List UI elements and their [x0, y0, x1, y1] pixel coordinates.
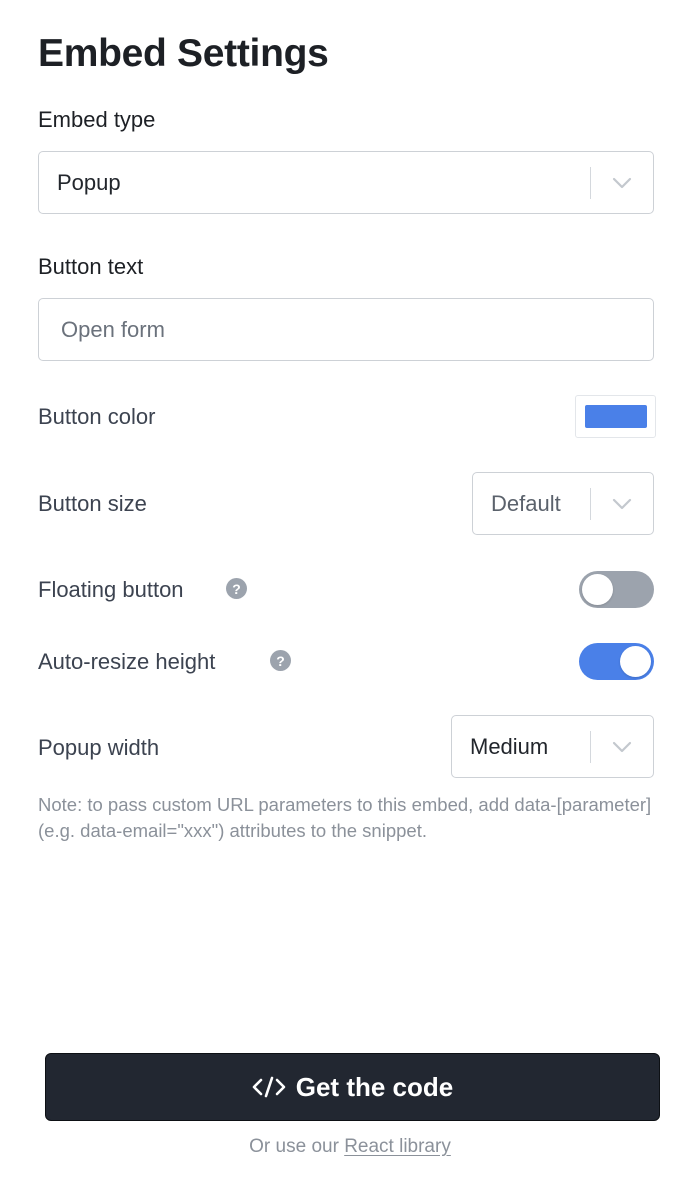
- button-size-select[interactable]: Default: [472, 472, 654, 535]
- embed-type-label: Embed type: [38, 107, 156, 132]
- popup-width-value: Medium: [470, 733, 549, 759]
- button-color-picker[interactable]: [575, 395, 656, 438]
- chevron-down-icon[interactable]: [591, 152, 653, 213]
- code-icon: [252, 1075, 286, 1099]
- auto-resize-label: Auto-resize height: [38, 649, 216, 674]
- popup-width-select[interactable]: Medium: [451, 715, 654, 778]
- get-the-code-button[interactable]: Get the code: [45, 1053, 660, 1121]
- help-icon[interactable]: ?: [270, 650, 291, 671]
- button-color-swatch: [584, 405, 647, 428]
- button-size-label: Button size: [38, 491, 147, 516]
- floating-button-toggle[interactable]: [579, 571, 654, 608]
- toggle-knob: [620, 646, 651, 677]
- button-text-input[interactable]: [38, 298, 654, 361]
- floating-button-label: Floating button: [38, 577, 184, 602]
- auto-resize-toggle[interactable]: [579, 643, 654, 680]
- toggle-knob: [582, 574, 613, 605]
- react-library-link[interactable]: React library: [344, 1136, 451, 1157]
- embed-type-select[interactable]: Popup: [38, 151, 654, 214]
- chevron-down-icon[interactable]: [591, 716, 653, 777]
- button-size-value: Default: [491, 490, 561, 516]
- embed-type-value: Popup: [57, 169, 121, 195]
- react-library-footer: Or use our React library: [0, 1136, 700, 1158]
- popup-width-label: Popup width: [38, 735, 160, 760]
- help-icon[interactable]: ?: [226, 578, 247, 599]
- url-parameters-note: Note: to pass custom URL parameters to t…: [38, 794, 652, 841]
- button-color-label: Button color: [38, 404, 156, 429]
- get-the-code-label: Get the code: [295, 1071, 454, 1102]
- chevron-down-icon[interactable]: [591, 473, 653, 534]
- button-text-label: Button text: [38, 254, 144, 279]
- page-title: Embed Settings: [38, 32, 329, 75]
- footer-prefix: Or use our: [249, 1136, 345, 1157]
